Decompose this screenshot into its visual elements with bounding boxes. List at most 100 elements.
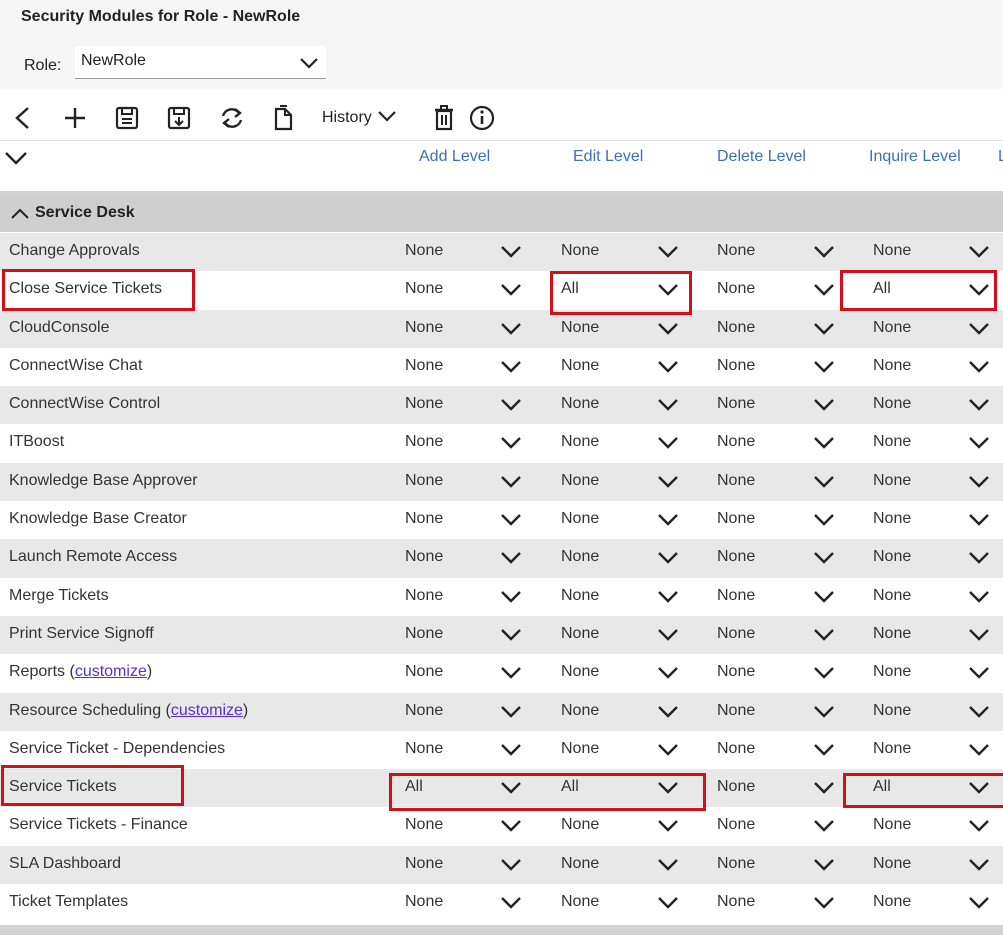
save-and-close-icon[interactable] <box>166 105 192 131</box>
inquire-level-select[interactable]: None <box>873 472 911 490</box>
add-level-select[interactable]: None <box>405 433 443 451</box>
edit-level-select[interactable]: All <box>561 280 579 298</box>
chevron-down-icon[interactable] <box>657 781 679 800</box>
chevron-down-icon[interactable] <box>657 245 679 264</box>
delete-level-select[interactable]: None <box>717 663 755 681</box>
delete-level-select[interactable]: None <box>717 702 755 720</box>
chevron-down-icon[interactable] <box>968 513 990 532</box>
delete-level-select[interactable]: None <box>717 242 755 260</box>
inquire-level-select[interactable]: None <box>873 319 911 337</box>
chevron-down-icon[interactable] <box>657 590 679 609</box>
delete-level-select[interactable]: None <box>717 740 755 758</box>
inquire-level-select[interactable]: None <box>873 242 911 260</box>
chevron-down-icon[interactable] <box>813 322 835 341</box>
chevron-down-icon[interactable] <box>968 245 990 264</box>
delete-icon[interactable] <box>433 105 455 131</box>
chevron-down-icon[interactable] <box>813 743 835 762</box>
chevron-down-icon[interactable] <box>813 896 835 915</box>
chevron-down-icon[interactable] <box>813 436 835 455</box>
chevron-down-icon[interactable] <box>813 819 835 838</box>
chevron-down-icon[interactable] <box>968 781 990 800</box>
inquire-level-select[interactable]: None <box>873 855 911 873</box>
add-level-select[interactable]: None <box>405 625 443 643</box>
chevron-down-icon[interactable] <box>657 896 679 915</box>
column-header-next[interactable]: L <box>998 148 1003 166</box>
chevron-down-icon[interactable] <box>968 858 990 877</box>
delete-level-select[interactable]: None <box>717 472 755 490</box>
history-menu[interactable]: History <box>322 109 396 127</box>
inquire-level-select[interactable]: None <box>873 740 911 758</box>
customize-link[interactable]: customize <box>171 702 243 719</box>
chevron-down-icon[interactable] <box>968 398 990 417</box>
delete-level-select[interactable]: None <box>717 625 755 643</box>
chevron-down-icon[interactable] <box>813 475 835 494</box>
chevron-down-icon[interactable] <box>968 743 990 762</box>
delete-level-select[interactable]: None <box>717 510 755 528</box>
delete-level-select[interactable]: None <box>717 319 755 337</box>
chevron-down-icon[interactable] <box>813 628 835 647</box>
chevron-down-icon[interactable] <box>500 360 522 379</box>
chevron-down-icon[interactable] <box>500 819 522 838</box>
info-icon[interactable] <box>469 105 495 131</box>
chevron-down-icon[interactable] <box>500 475 522 494</box>
delete-level-select[interactable]: None <box>717 395 755 413</box>
chevron-down-icon[interactable] <box>500 628 522 647</box>
chevron-down-icon[interactable] <box>657 283 679 302</box>
chevron-down-icon[interactable] <box>500 666 522 685</box>
edit-level-select[interactable]: None <box>561 816 599 834</box>
add-level-select[interactable]: None <box>405 740 443 758</box>
add-level-select[interactable]: None <box>405 395 443 413</box>
column-header-edit-level[interactable]: Edit Level <box>573 148 643 166</box>
chevron-down-icon[interactable] <box>657 819 679 838</box>
copy-icon[interactable] <box>272 105 296 131</box>
edit-level-select[interactable]: None <box>561 472 599 490</box>
chevron-down-icon[interactable] <box>500 743 522 762</box>
add-level-select[interactable]: None <box>405 280 443 298</box>
chevron-down-icon[interactable] <box>657 436 679 455</box>
expand-all-chevron-icon[interactable] <box>4 150 28 171</box>
chevron-down-icon[interactable] <box>500 245 522 264</box>
chevron-down-icon[interactable] <box>500 513 522 532</box>
chevron-down-icon[interactable] <box>968 628 990 647</box>
chevron-down-icon[interactable] <box>657 743 679 762</box>
add-level-select[interactable]: None <box>405 893 443 911</box>
group-header-service-desk[interactable]: Service Desk <box>0 195 1003 232</box>
chevron-down-icon[interactable] <box>657 398 679 417</box>
chevron-down-icon[interactable] <box>500 551 522 570</box>
chevron-down-icon[interactable] <box>968 475 990 494</box>
chevron-down-icon[interactable] <box>968 360 990 379</box>
edit-level-select[interactable]: None <box>561 587 599 605</box>
inquire-level-select[interactable]: All <box>873 778 891 796</box>
chevron-down-icon[interactable] <box>813 858 835 877</box>
chevron-down-icon[interactable] <box>500 896 522 915</box>
edit-level-select[interactable]: None <box>561 740 599 758</box>
inquire-level-select[interactable]: None <box>873 816 911 834</box>
edit-level-select[interactable]: None <box>561 663 599 681</box>
delete-level-select[interactable]: None <box>717 433 755 451</box>
edit-level-select[interactable]: None <box>561 893 599 911</box>
chevron-down-icon[interactable] <box>968 666 990 685</box>
refresh-icon[interactable] <box>218 105 246 131</box>
delete-level-select[interactable]: None <box>717 778 755 796</box>
delete-level-select[interactable]: None <box>717 587 755 605</box>
edit-level-select[interactable]: All <box>561 778 579 796</box>
edit-level-select[interactable]: None <box>561 395 599 413</box>
chevron-down-icon[interactable] <box>813 398 835 417</box>
inquire-level-select[interactable]: None <box>873 510 911 528</box>
chevron-down-icon[interactable] <box>500 283 522 302</box>
add-level-select[interactable]: All <box>405 778 423 796</box>
chevron-down-icon[interactable] <box>968 551 990 570</box>
edit-level-select[interactable]: None <box>561 510 599 528</box>
chevron-down-icon[interactable] <box>500 322 522 341</box>
add-level-select[interactable]: None <box>405 510 443 528</box>
chevron-down-icon[interactable] <box>657 551 679 570</box>
chevron-down-icon[interactable] <box>813 705 835 724</box>
edit-level-select[interactable]: None <box>561 702 599 720</box>
chevron-down-icon[interactable] <box>657 628 679 647</box>
chevron-down-icon[interactable] <box>657 705 679 724</box>
delete-level-select[interactable]: None <box>717 893 755 911</box>
chevron-down-icon[interactable] <box>657 360 679 379</box>
chevron-down-icon[interactable] <box>657 666 679 685</box>
chevron-down-icon[interactable] <box>968 896 990 915</box>
inquire-level-select[interactable]: None <box>873 548 911 566</box>
